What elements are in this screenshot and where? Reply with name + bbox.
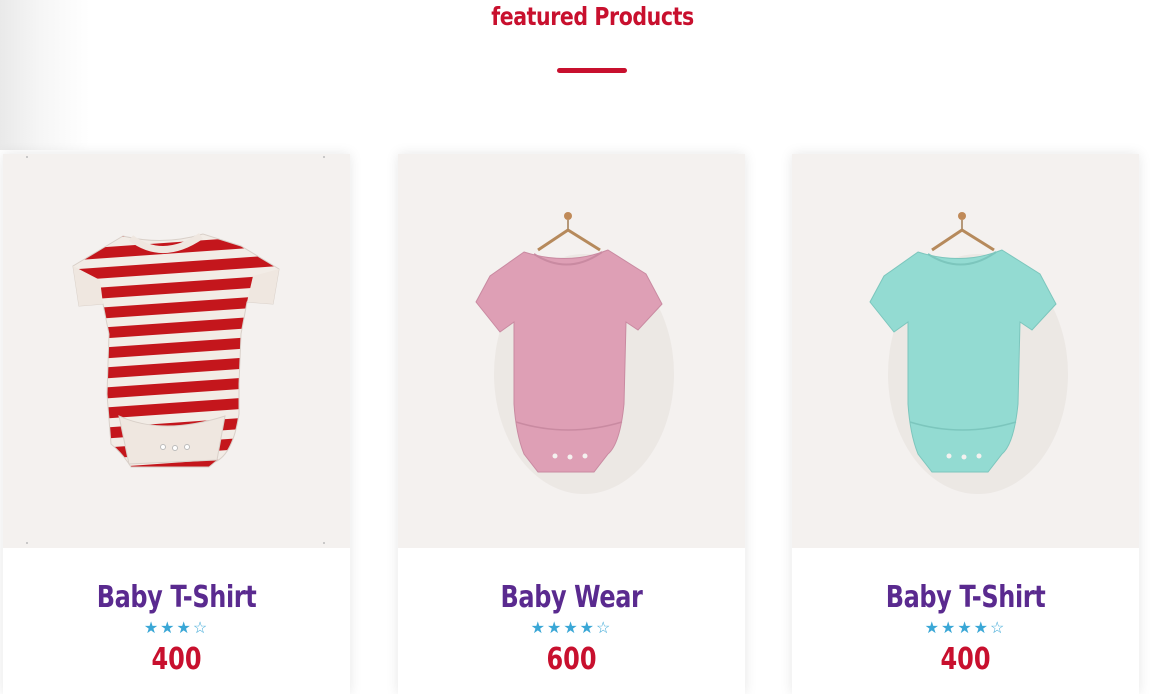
mint-bodysuit-image — [869, 212, 1068, 494]
product-card[interactable]: Baby T-Shirt ★★★☆ 400 — [3, 154, 350, 694]
product-name[interactable]: Baby T-Shirt — [827, 580, 1105, 615]
star-rating: ★★★★☆ — [530, 620, 613, 637]
product-name[interactable]: Baby Wear — [433, 580, 711, 615]
background-shade — [0, 0, 90, 150]
product-card[interactable]: Baby Wear ★★★★☆ 600 — [398, 154, 745, 694]
striped-bodysuit-image — [26, 156, 325, 544]
product-image[interactable] — [398, 154, 745, 548]
star-rating: ★★★★☆ — [924, 620, 1007, 637]
section-title: featured Products — [491, 2, 694, 31]
pink-bodysuit-image — [475, 212, 674, 494]
star-rating: ★★★☆ — [143, 620, 210, 637]
product-image[interactable] — [792, 154, 1139, 548]
product-name[interactable]: Baby T-Shirt — [38, 580, 316, 615]
product-price: 400 — [940, 642, 991, 677]
product-price: 600 — [546, 642, 597, 677]
product-card[interactable]: Baby T-Shirt ★★★★☆ 400 — [792, 154, 1139, 694]
title-underline — [557, 68, 627, 73]
product-image[interactable] — [3, 154, 350, 548]
product-price: 400 — [151, 642, 202, 677]
